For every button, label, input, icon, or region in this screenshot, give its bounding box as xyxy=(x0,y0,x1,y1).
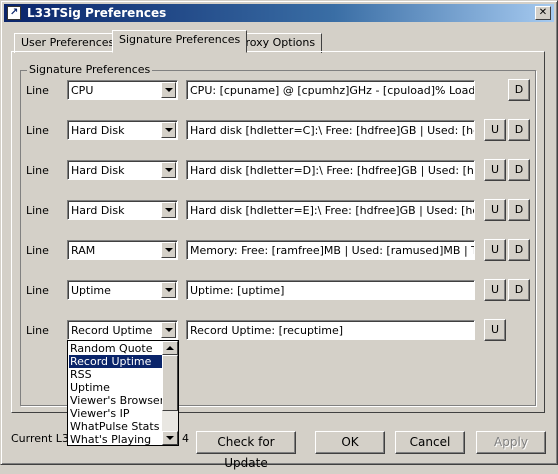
up-button[interactable]: U xyxy=(484,319,506,341)
line-type-select[interactable]: Record Uptime xyxy=(67,320,178,340)
status-text-suffix: 4 xyxy=(182,432,189,445)
line-type-dropdown-list[interactable]: Random Quote Record Uptime RSS Uptime Vi… xyxy=(67,340,179,446)
tab-signature-preferences[interactable]: Signature Preferences xyxy=(112,30,248,53)
chevron-down-icon[interactable] xyxy=(161,282,176,298)
down-button[interactable]: D xyxy=(508,79,530,101)
dropdown-option[interactable]: Viewer's IP xyxy=(69,407,165,420)
down-button[interactable]: D xyxy=(508,119,530,141)
line-label: Line xyxy=(26,284,49,297)
line-label: Line xyxy=(26,324,49,337)
chevron-down-icon[interactable] xyxy=(161,242,176,258)
line-type-select[interactable]: RAM xyxy=(67,240,178,260)
line-label: Line xyxy=(26,244,49,257)
apply-button[interactable]: Apply xyxy=(476,431,546,454)
scroll-down-icon[interactable] xyxy=(162,431,178,445)
scrollbar-thumb[interactable] xyxy=(162,355,178,411)
up-button[interactable]: U xyxy=(484,119,506,141)
dropdown-option[interactable]: Uptime xyxy=(69,381,165,394)
line-type-select[interactable]: Hard Disk xyxy=(67,200,178,220)
dropdown-option[interactable]: What's Playing xyxy=(69,433,165,445)
line-type-select[interactable]: Hard Disk xyxy=(67,120,178,140)
scroll-up-icon[interactable] xyxy=(162,341,178,355)
chevron-down-icon[interactable] xyxy=(161,322,176,338)
line-label: Line xyxy=(26,204,49,217)
up-button[interactable]: U xyxy=(484,239,506,261)
up-button[interactable]: U xyxy=(484,159,506,181)
line-text-input[interactable]: CPU: [cpuname] @ [cpumhz]GHz - [cpuload]… xyxy=(186,80,475,100)
line-type-select[interactable]: CPU xyxy=(67,80,178,100)
window-title: L33TSig Preferences xyxy=(27,6,167,20)
up-button[interactable]: U xyxy=(484,199,506,221)
chevron-down-icon[interactable] xyxy=(161,122,176,138)
down-button[interactable]: D xyxy=(508,159,530,181)
line-label: Line xyxy=(26,164,49,177)
dropdown-option[interactable]: Viewer's Browser xyxy=(69,394,165,407)
line-text-input[interactable]: Hard disk [hdletter=E]:\ Free: [hdfree]G… xyxy=(186,200,475,220)
line-text-input[interactable]: Uptime: [uptime] xyxy=(186,280,475,300)
tab-user-preferences[interactable]: User Preferences xyxy=(14,33,122,53)
chevron-down-icon[interactable] xyxy=(161,82,176,98)
ok-button[interactable]: OK xyxy=(315,431,385,454)
down-button[interactable]: D xyxy=(508,279,530,301)
line-type-select[interactable]: Uptime xyxy=(67,280,178,300)
line-text-input[interactable]: Hard disk [hdletter=D]:\ Free: [hdfree]G… xyxy=(186,160,475,180)
check-for-update-button[interactable]: Check for Update xyxy=(196,431,296,470)
line-type-select[interactable]: Hard Disk xyxy=(67,160,178,180)
dropdown-option[interactable]: WhatPulse Stats xyxy=(69,420,165,433)
line-text-input[interactable]: Memory: Free: [ramfree]MB | Used: [ramus… xyxy=(186,240,475,260)
down-button[interactable]: D xyxy=(508,199,530,221)
dropdown-option[interactable]: RSS xyxy=(69,368,165,381)
down-button[interactable]: D xyxy=(508,239,530,261)
close-button[interactable]: ✕ xyxy=(535,6,551,20)
dropdown-option-selected[interactable]: Record Uptime xyxy=(69,355,165,368)
dropdown-option[interactable]: Random Quote xyxy=(69,342,165,355)
group-title: Signature Preferences xyxy=(27,63,153,76)
title-bar[interactable]: ↗ L33TSig Preferences ✕ xyxy=(4,4,554,22)
cancel-button[interactable]: Cancel xyxy=(395,431,465,454)
up-button[interactable]: U xyxy=(484,279,506,301)
app-icon: ↗ xyxy=(7,6,21,20)
dropdown-scrollbar[interactable] xyxy=(162,341,178,445)
line-text-input[interactable]: Hard disk [hdletter=C]:\ Free: [hdfree]G… xyxy=(186,120,475,140)
line-label: Line xyxy=(26,124,49,137)
chevron-down-icon[interactable] xyxy=(161,202,176,218)
chevron-down-icon[interactable] xyxy=(161,162,176,178)
line-label: Line xyxy=(26,84,49,97)
line-text-input[interactable]: Record Uptime: [recuptime] xyxy=(186,320,475,340)
